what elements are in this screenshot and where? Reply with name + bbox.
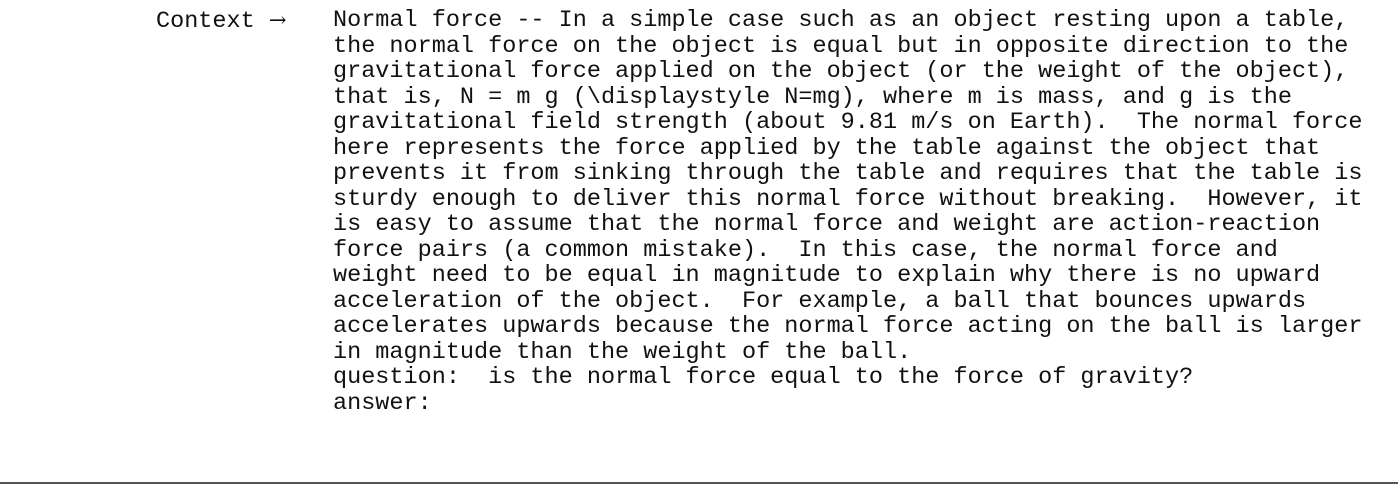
context-line: force pairs (a common mistake). In this … (333, 236, 1278, 264)
context-line: here represents the force applied by the… (333, 134, 1321, 162)
context-line: acceleration of the object. For example,… (333, 287, 1307, 315)
context-line: Normal force -- In a simple case such as… (333, 7, 1349, 34)
context-line: in magnitude than the weight of the ball… (333, 338, 912, 366)
context-line: that is, N = m g (\displaystyle N=mg), w… (333, 83, 1292, 111)
context-line: accelerates upwards because the normal f… (333, 313, 1363, 340)
context-label-text: Context (156, 8, 255, 35)
divider (0, 482, 1398, 484)
question-line: question: is the normal force equal to t… (333, 364, 1194, 391)
context-line: gravitational force applied on the objec… (333, 58, 1349, 85)
context-line: weight need to be equal in magnitude to … (333, 262, 1321, 289)
context-line: prevents it from sinking through the tab… (333, 160, 1363, 187)
context-line: the normal force on the object is equal … (333, 32, 1349, 60)
context-label: Context → (156, 8, 286, 35)
context-body: Normal force -- In a simple case such as… (333, 8, 1362, 416)
right-arrow-icon: → (268, 8, 287, 32)
context-line: gravitational field strength (about 9.81… (333, 109, 1363, 136)
context-line: is easy to assume that the normal force … (333, 211, 1321, 238)
context-line: sturdy enough to deliver this normal for… (333, 185, 1363, 213)
answer-line: answer: (333, 389, 432, 417)
